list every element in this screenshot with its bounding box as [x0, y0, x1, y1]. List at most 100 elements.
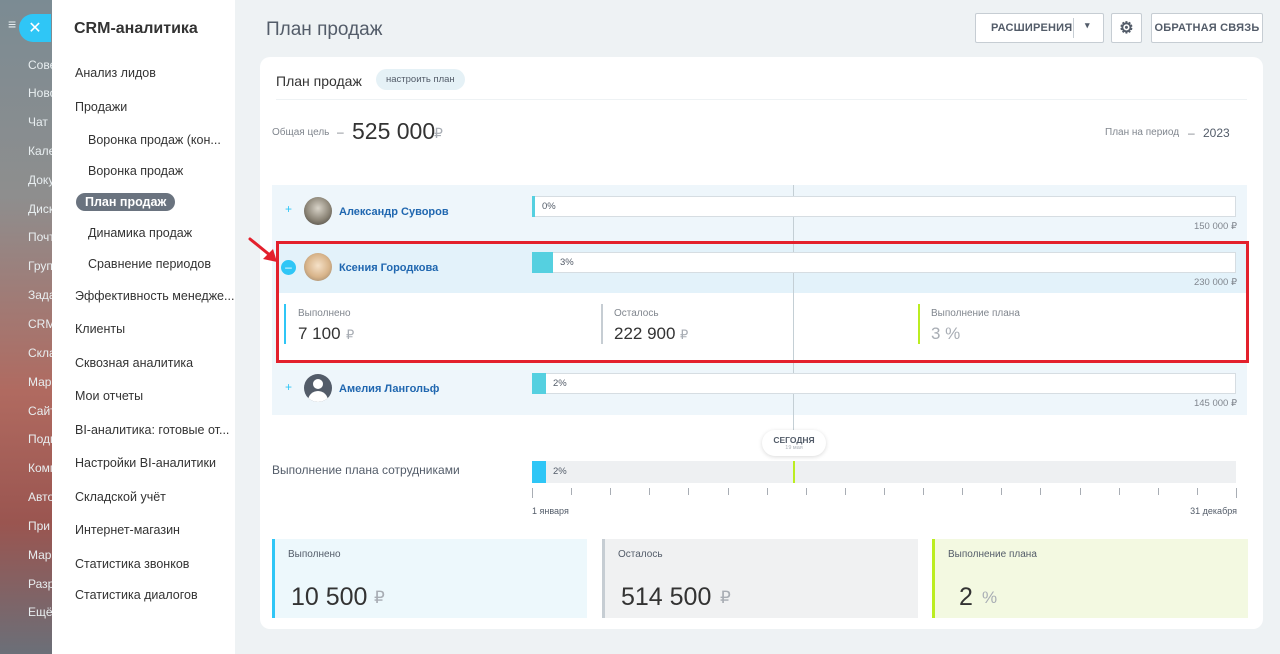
page-title: План продаж	[266, 19, 383, 40]
team-progress-fill	[532, 461, 546, 483]
sidebar-item-end-to-end[interactable]: Сквозная аналитика	[75, 356, 193, 370]
employee-target: 150 000 ₽	[1193, 221, 1237, 232]
sidebar-item-dialog-stats[interactable]: Статистика диалогов	[75, 588, 198, 602]
today-label: СЕГОДНЯ	[773, 435, 815, 445]
user-icon-head	[313, 379, 323, 389]
progress-percent: 2%	[553, 378, 567, 389]
background-menu-item: При	[28, 519, 51, 533]
goal-label: Общая цель	[272, 127, 330, 138]
background-menu-item: Зада	[28, 288, 52, 302]
background-menu-item: Ещё	[28, 605, 52, 619]
progress-fill	[532, 196, 535, 217]
arrow-icon	[248, 237, 277, 262]
sidebar-item-bi-settings[interactable]: Настройки BI-аналитики	[75, 456, 216, 470]
user-icon-body	[308, 391, 328, 402]
progress-track	[532, 373, 1236, 394]
sidebar-item-funnel-conversion[interactable]: Воронка продаж (кон...	[88, 133, 221, 147]
background-menu-item: Чат и	[28, 115, 52, 129]
timeline-tick	[766, 488, 768, 495]
background-menu-item: Почт	[28, 230, 52, 244]
background-menu-item: Мар	[28, 548, 52, 562]
sidebar-item-manager-efficiency[interactable]: Эффективность менедже...	[75, 289, 234, 303]
progress-track	[532, 196, 1236, 217]
background-menu-item: Сайт	[28, 404, 52, 418]
progress-percent: 0%	[542, 201, 556, 212]
sidebar-item-sales[interactable]: Продажи	[75, 100, 127, 114]
background-menu-item: Сове	[28, 58, 52, 72]
settings-button[interactable]: ⚙	[1111, 13, 1142, 43]
sidebar-item-shop[interactable]: Интернет-магазин	[75, 523, 180, 537]
period-value[interactable]: 2023	[1203, 126, 1230, 140]
background-menu-item: Мар	[28, 375, 52, 389]
sidebar-item-funnel[interactable]: Воронка продаж	[88, 164, 183, 178]
background-menu-item: Подп	[28, 432, 52, 446]
summary-left-label: Осталось	[618, 549, 663, 560]
timeline-tick	[1001, 488, 1003, 495]
summary-plan: Выполнение плана 2 %	[932, 539, 1248, 618]
period-dash: –	[1188, 126, 1195, 140]
timeline-tick	[1118, 488, 1120, 495]
sidebar-item-sales-dynamics[interactable]: Динамика продаж	[88, 226, 192, 240]
background-menu-item: Доку	[28, 173, 52, 187]
hamburger-icon[interactable]: ≡	[8, 16, 16, 32]
sidebar-item-period-compare[interactable]: Сравнение периодов	[88, 257, 211, 271]
feedback-button[interactable]: ОБРАТНАЯ СВЯЗЬ	[1151, 13, 1263, 43]
expand-icon[interactable]: +	[282, 203, 295, 216]
employee-name[interactable]: Александр Суворов	[339, 206, 449, 218]
sidebar-item-sales-plan[interactable]: План продаж	[76, 193, 176, 211]
sidebar: CRM-аналитика Анализ лидов Продажи Ворон…	[52, 0, 235, 654]
timeline-tick	[1040, 488, 1042, 495]
today-date: 19 мая	[785, 445, 803, 451]
background-menu-item: Груп	[28, 259, 52, 273]
summary-done-label: Выполнено	[288, 549, 341, 560]
background-menu-item: Скла	[28, 346, 52, 360]
close-slider-button[interactable]: ✕	[19, 14, 51, 42]
summary-done-value: 10 500	[291, 583, 368, 611]
close-icon: ✕	[28, 20, 42, 37]
timeline-tick	[571, 488, 573, 495]
extensions-button[interactable]: РАСШИРЕНИЯ ▾	[975, 13, 1104, 43]
timeline-start: 1 января	[532, 506, 569, 516]
timeline-tick	[1157, 488, 1159, 495]
background-menu-item: CRM	[28, 317, 52, 331]
sidebar-item-bi-ready[interactable]: BI-аналитика: готовые от...	[75, 423, 229, 437]
goal-dash: –	[337, 125, 344, 139]
sidebar-item-leads[interactable]: Анализ лидов	[75, 66, 156, 80]
avatar	[304, 197, 332, 225]
chevron-down-icon[interactable]: ▾	[1085, 20, 1090, 31]
timeline-tick	[532, 488, 533, 498]
goal-value: 525 000	[352, 118, 436, 144]
team-percent: 2%	[553, 466, 567, 477]
today-badge: СЕГОДНЯ 19 мая	[762, 430, 826, 456]
summary-left-currency: ₽	[720, 588, 731, 607]
sidebar-item-call-stats[interactable]: Статистика звонков	[75, 557, 189, 571]
timeline-tick	[884, 488, 885, 495]
sidebar-item-warehouse[interactable]: Складской учёт	[75, 490, 166, 504]
extensions-label: РАСШИРЕНИЯ	[991, 22, 1073, 34]
background-menu-item: Комп	[28, 461, 52, 475]
background-menu-item: Ново	[28, 86, 52, 100]
today-marker	[793, 461, 795, 483]
feedback-label: ОБРАТНАЯ СВЯЗЬ	[1154, 22, 1260, 34]
configure-plan-button[interactable]: настроить план	[376, 69, 465, 90]
team-progress-track	[532, 461, 1236, 483]
summary-left: Осталось 514 500 ₽	[602, 539, 918, 618]
timeline-tick	[1196, 488, 1198, 495]
sidebar-item-my-reports[interactable]: Мои отчеты	[75, 389, 143, 403]
summary-plan-value: 2	[959, 583, 973, 611]
sidebar-item-clients[interactable]: Клиенты	[75, 322, 125, 336]
employee-name[interactable]: Амелия Лангольф	[339, 383, 439, 395]
employee-target: 145 000 ₽	[1193, 398, 1237, 409]
timeline-end: 31 декабря	[1190, 506, 1237, 516]
gear-icon: ⚙	[1119, 20, 1134, 37]
summary-left-value: 514 500	[621, 583, 712, 611]
divider	[276, 99, 1247, 100]
background-menu-item: Диск	[28, 202, 52, 216]
highlight-frame	[276, 241, 1249, 363]
timeline-tick	[649, 488, 651, 495]
avatar	[304, 374, 332, 402]
expand-icon[interactable]: +	[282, 381, 295, 394]
summary-plan-label: Выполнение плана	[948, 549, 1037, 560]
background-menu-item: Авто	[28, 490, 52, 504]
period-label: План на период	[1105, 127, 1180, 138]
